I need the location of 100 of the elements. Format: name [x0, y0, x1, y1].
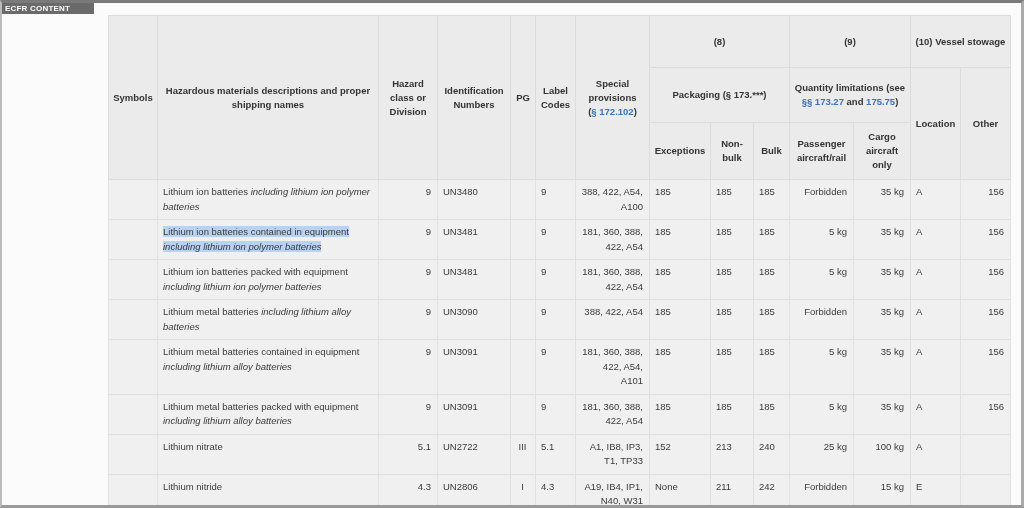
table-cell: Lithium ion batteries contained in equipment including lithium ion polymer batteries — [157, 219, 379, 260]
column-header: Other — [960, 67, 1011, 180]
table-cell: Lithium ion batteries including lithium ion polymer batteries — [157, 179, 379, 220]
table-cell: 185 — [753, 299, 790, 340]
table-cell: 185 — [710, 219, 754, 260]
table-cell: 156 — [960, 219, 1011, 260]
table-cell: 156 — [960, 394, 1011, 434]
table-cell: 9 — [535, 299, 576, 340]
table-cell: 185 — [649, 339, 711, 394]
table-cell: A — [910, 434, 961, 474]
table-cell: 240 — [753, 434, 790, 474]
frame-label: ECFR CONTENT — [2, 3, 95, 14]
column-header: Location — [910, 67, 961, 180]
column-header: Packaging (§ 173.***) — [649, 67, 790, 123]
table-cell: 185 — [710, 394, 754, 434]
table-cell: 156 — [960, 339, 1011, 394]
table-cell: 181, 360, 388, 422, A54, A101 — [575, 339, 650, 394]
column-header: Exceptions — [649, 122, 711, 180]
table-cell: 9 — [378, 219, 438, 260]
table-cell: Lithium nitrate — [157, 434, 379, 474]
column-header: Symbols — [108, 15, 158, 180]
table-cell: 5 kg — [789, 259, 854, 300]
table-cell: 5 kg — [789, 394, 854, 434]
table-cell: UN3480 — [437, 179, 511, 220]
table-cell: A — [910, 219, 961, 260]
table-cell: 9 — [535, 219, 576, 260]
column-header: Passenger aircraft/rail — [789, 122, 854, 180]
column-header: Non-bulk — [710, 122, 754, 180]
table-cell: UN3091 — [437, 394, 511, 434]
table-cell: UN3481 — [437, 219, 511, 260]
table-cell: 388, 422, A54 — [575, 299, 650, 340]
column-header: Special provisions (§ 172.102) — [575, 15, 650, 180]
table-cell: III — [510, 434, 536, 474]
table-cell: 9 — [535, 394, 576, 434]
table-cell: 5 kg — [789, 339, 854, 394]
table-cell: 185 — [753, 179, 790, 220]
table-cell: 100 kg — [853, 434, 911, 474]
table-cell: 9 — [378, 394, 438, 434]
table-cell: 185 — [710, 259, 754, 300]
table-cell: A — [910, 259, 961, 300]
table-cell: 5.1 — [378, 434, 438, 474]
table-cell: UN3090 — [437, 299, 511, 340]
table-cell: 181, 360, 388, 422, A54 — [575, 259, 650, 300]
column-header: PG — [510, 15, 536, 180]
table-cell: UN3091 — [437, 339, 511, 394]
table-cell: 5.1 — [535, 434, 576, 474]
table-cell: 35 kg — [853, 179, 911, 220]
table-cell: 35 kg — [853, 219, 911, 260]
column-header: Cargo aircraft only — [853, 122, 911, 180]
table-cell: 35 kg — [853, 394, 911, 434]
table-cell: 185 — [753, 219, 790, 260]
table-cell: 35 kg — [853, 259, 911, 300]
table-cell: A — [910, 394, 961, 434]
table-cell: 5 kg — [789, 219, 854, 260]
table-cell: 185 — [710, 339, 754, 394]
table-cell: 185 — [753, 339, 790, 394]
table-cell: 185 — [649, 179, 711, 220]
table-cell: UN2722 — [437, 434, 511, 474]
table-cell: Lithium ion batteries packed with equipment including lithium ion polymer batteries — [157, 259, 379, 300]
table-cell: 25 kg — [789, 434, 854, 474]
section-link[interactable]: §§ 173.27 — [801, 96, 844, 107]
table-cell: A — [910, 299, 961, 340]
table-cell: 152 — [649, 434, 711, 474]
table-cell: 185 — [753, 394, 790, 434]
column-header: Hazardous materials descriptions and proper shipping names — [157, 15, 379, 180]
table-cell: Lithium metal batteries contained in equipment including lithium alloy batteries — [157, 339, 379, 394]
table-cell: Lithium metal batteries packed with equipment including lithium alloy batteries — [157, 394, 379, 434]
table-cell: A1, IB8, IP3, T1, TP33 — [575, 434, 650, 474]
column-header: (9) — [789, 15, 911, 68]
table-cell: 185 — [710, 179, 754, 220]
table-cell: 181, 360, 388, 422, A54 — [575, 394, 650, 434]
table-cell: 9 — [535, 259, 576, 300]
table-cell: 185 — [649, 394, 711, 434]
table-cell: 185 — [649, 299, 711, 340]
table-cell: Forbidden — [789, 299, 854, 340]
table-cell: 181, 360, 388, 422, A54 — [575, 219, 650, 260]
table-cell: 388, 422, A54, A100 — [575, 179, 650, 220]
section-link[interactable]: § 172.102 — [591, 105, 634, 117]
column-header: Identification Numbers — [437, 15, 511, 180]
table-cell: 185 — [649, 259, 711, 300]
table-cell: 9 — [378, 339, 438, 394]
table-cell: 156 — [960, 259, 1011, 300]
table-cell: UN3481 — [437, 259, 511, 300]
column-header: Label Codes — [535, 15, 576, 180]
table-cell: 185 — [753, 259, 790, 300]
column-header: (8) — [649, 15, 790, 68]
table-cell: 156 — [960, 179, 1011, 220]
table-cell: 185 — [649, 219, 711, 260]
table-cell: 35 kg — [853, 339, 911, 394]
table-cell: 213 — [710, 434, 754, 474]
table-cell: 9 — [378, 259, 438, 300]
table-cell: 35 kg — [853, 299, 911, 340]
table-cell: 9 — [535, 179, 576, 220]
column-header: Quantity limitations (see §§ 173.27 and 175.75) — [789, 67, 911, 123]
column-header: (10) Vessel stowage — [910, 15, 1011, 68]
column-header: Bulk — [753, 122, 790, 180]
table-cell: A — [910, 339, 961, 394]
table-cell: 9 — [535, 339, 576, 394]
table-cell: Lithium metal batteries including lithium alloy batteries — [157, 299, 379, 340]
table-cell: 9 — [378, 179, 438, 220]
